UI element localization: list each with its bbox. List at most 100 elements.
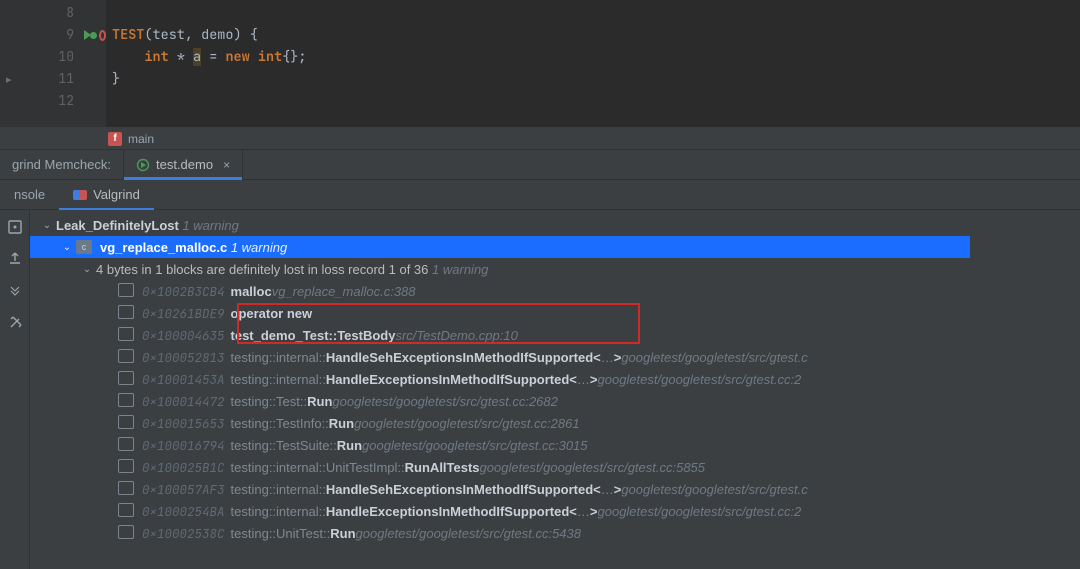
stack-frame-icon <box>120 395 134 407</box>
stack-frame-icon <box>120 439 134 451</box>
chevron-down-icon[interactable]: ⌄ <box>80 264 94 275</box>
frame-address: 0x100004635 <box>142 327 225 344</box>
frame-address: 0x100015653 <box>142 415 225 432</box>
valgrind-icon <box>73 190 87 200</box>
test-run-icon <box>136 158 150 172</box>
frame-template-close: > <box>590 504 598 519</box>
stack-frame-row[interactable]: 0x100016794testing::TestSuite::Run googl… <box>30 434 970 456</box>
frame-namespace: testing::internal:: <box>231 504 326 519</box>
frame-namespace: testing::internal:: <box>231 482 326 497</box>
frame-location: googletest/googletest/src/gtest.cc:5438 <box>356 526 581 541</box>
line-number: 9 <box>34 24 74 46</box>
tool-window-tabs: grind Memcheck: test.demo × <box>0 150 1080 180</box>
stack-frame-row[interactable]: 0x100014472 testing::Test::Run googletest… <box>30 390 970 412</box>
frame-address: 0x1002B3CB4 <box>142 283 225 300</box>
stack-frame-row[interactable]: 0x100025B1Ctesting::internal::UnitTestIm… <box>30 456 970 478</box>
frame-namespace: testing::Test:: <box>231 394 308 409</box>
line-number: 12 <box>34 90 74 112</box>
line-number: 10 <box>34 46 74 68</box>
frame-function: HandleExceptionsInMethodIfSupported< <box>326 504 577 519</box>
valgrind-panel: ⌄ Leak_DefinitelyLost 1 warning ⌄ c vg_r… <box>0 210 1080 569</box>
stack-frame-row[interactable]: 0x100057AF3 testing::internal::HandleSehE… <box>30 478 970 500</box>
tool-tab-test-demo[interactable]: test.demo × <box>124 150 243 179</box>
code-editor: ▸ 8 9 10 11 12 TEST(test, demo) { int * … <box>0 0 1080 128</box>
line-number: 11 <box>34 68 74 90</box>
stack-frame-icon <box>120 527 134 539</box>
stack-frame-row[interactable]: 0x100015653testing::TestInfo::Run google… <box>30 412 970 434</box>
tool-tab-label: grind Memcheck: <box>12 157 111 172</box>
settings-icon[interactable] <box>4 312 26 334</box>
stack-frame-row[interactable]: 0x1002B3CB4malloc vg_replace_malloc.c:38… <box>30 280 970 302</box>
frame-function: HandleExceptionsInMethodIfSupported< <box>326 372 577 387</box>
frame-location: googletest/googletest/src/gtest.c <box>621 482 807 497</box>
frame-location: googletest/googletest/src/gtest.cc:5855 <box>480 460 705 475</box>
breadcrumb-label[interactable]: main <box>128 132 154 146</box>
run-test-icon[interactable] <box>84 30 97 40</box>
stack-frame-icon <box>120 483 134 495</box>
code-line[interactable]: int * a = new int{}; <box>112 46 1080 68</box>
code-line[interactable] <box>112 90 1080 112</box>
stack-frame-icon <box>120 329 134 341</box>
frame-address: 0x100014472 <box>142 393 225 410</box>
sub-tab-console[interactable]: nsole <box>0 180 59 209</box>
tree-label: 4 bytes in 1 blocks are definitely lost … <box>96 262 428 277</box>
stack-frame-icon <box>120 285 134 297</box>
stack-frame-icon <box>120 417 134 429</box>
stack-frame-row[interactable]: 0x100004635test_demo_Test::TestBody src/… <box>30 324 970 346</box>
frame-address: 0x100016794 <box>142 437 225 454</box>
tree-node-file[interactable]: ⌄ c vg_replace_malloc.c 1 warning <box>30 236 970 258</box>
frame-function: operator new <box>231 306 313 321</box>
frame-address: 0x10002538C <box>142 525 225 542</box>
tree-node-leak-category[interactable]: ⌄ Leak_DefinitelyLost 1 warning <box>30 214 970 236</box>
gutter-fold-icons: ▸ <box>0 0 34 127</box>
tree-suffix: 1 warning <box>231 240 287 255</box>
tree-suffix: 1 warning <box>182 218 238 233</box>
code-line[interactable]: } <box>112 68 1080 90</box>
chevron-down-icon[interactable]: ⌄ <box>40 220 54 231</box>
code-line[interactable] <box>112 2 1080 24</box>
valgrind-sub-tabs: nsole Valgrind <box>0 180 1080 210</box>
frame-namespace: testing::TestInfo:: <box>231 416 329 431</box>
stack-frame-icon <box>120 307 134 319</box>
frame-function: Run <box>329 416 354 431</box>
chevron-down-icon[interactable]: ⌄ <box>60 242 74 253</box>
frame-namespace: testing::internal:: <box>231 372 326 387</box>
code-area[interactable]: TEST(test, demo) { int * a = new int{}; … <box>106 0 1080 127</box>
frame-location: googletest/googletest/src/gtest.c <box>621 350 807 365</box>
stack-frame-row[interactable]: 0x10261BDE9 operator new <box>30 302 970 324</box>
frame-function: malloc <box>231 284 272 299</box>
frame-function: HandleSehExceptionsInMethodIfSupported< <box>326 350 601 365</box>
frame-namespace: testing::internal::UnitTestImpl:: <box>231 460 405 475</box>
gutter-actions <box>84 0 106 127</box>
stack-frame-row[interactable]: 0x1000254BA testing::internal::HandleExce… <box>30 500 970 522</box>
code-line[interactable]: TEST(test, demo) { <box>112 24 1080 46</box>
frame-namespace: testing::TestSuite:: <box>231 438 337 453</box>
valgrind-tree[interactable]: ⌄ Leak_DefinitelyLost 1 warning ⌄ c vg_r… <box>30 210 1080 544</box>
tool-tab-label: test.demo <box>156 157 213 172</box>
debug-test-icon[interactable] <box>99 30 106 41</box>
stack-frame-row[interactable]: 0x10002538Ctesting::UnitTest::Run google… <box>30 522 970 544</box>
editor-breadcrumb: f main <box>0 128 1080 150</box>
tool-tab-memcheck[interactable]: grind Memcheck: <box>0 150 124 179</box>
frame-function: Run <box>330 526 355 541</box>
tree-node-detail[interactable]: ⌄ 4 bytes in 1 blocks are definitely los… <box>30 258 970 280</box>
sub-tab-valgrind[interactable]: Valgrind <box>59 180 154 209</box>
stack-frame-icon <box>120 461 134 473</box>
frame-address: 0x100057AF3 <box>142 481 225 498</box>
frame-ellipsis: … <box>577 504 590 519</box>
select-in-tree-icon[interactable] <box>4 216 26 238</box>
fold-close-icon[interactable]: ▸ <box>6 73 12 86</box>
frame-function: Run <box>337 438 362 453</box>
export-icon[interactable] <box>4 248 26 270</box>
stack-frame-row[interactable]: 0x10001453Atesting::internal::HandleExce… <box>30 368 970 390</box>
frame-location: googletest/googletest/src/gtest.cc:2682 <box>332 394 557 409</box>
c-file-icon: c <box>76 240 92 254</box>
expand-tree-icon[interactable] <box>4 280 26 302</box>
frame-address: 0x1000254BA <box>142 503 225 520</box>
stack-frame-row[interactable]: 0x100052813testing::internal::HandleSehE… <box>30 346 970 368</box>
close-icon[interactable]: × <box>223 158 230 172</box>
frame-address: 0x10261BDE9 <box>142 305 225 322</box>
frame-function: Run <box>307 394 332 409</box>
tree-label: Leak_DefinitelyLost <box>56 218 179 233</box>
frame-function: HandleSehExceptionsInMethodIfSupported< <box>326 482 601 497</box>
